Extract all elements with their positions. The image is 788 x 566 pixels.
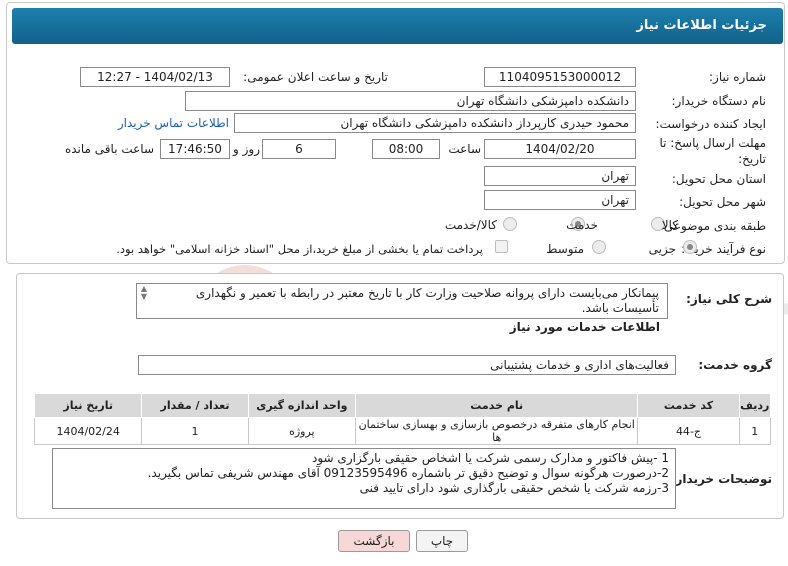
remaining-label: ساعت باقی مانده [64,142,154,156]
buyer-notes-label: توضیحات خریدار: [670,472,772,486]
deadline-time-field: 08:00 [372,139,440,159]
services-table: ردیف کد خدمت نام خدمت واحد اندازه گیری ت… [33,393,772,445]
col-need-date: تاریخ نیاز [33,393,143,418]
province-field: تهران [484,166,636,186]
buyer-note-line: 3-رزمه شرکت یا شخص حقیقی بارگذاری شود دا… [359,481,669,495]
treasury-checkbox[interactable] [495,240,508,253]
cell-need-date: 1404/02/24 [33,417,143,445]
radio-minor[interactable] [683,240,697,254]
province-label: استان محل تحویل: [671,172,766,186]
page-title: جزئیات اطلاعات نیاز [12,8,783,44]
col-service-code: کد خدمت [637,393,740,418]
buyer-note-line: 1 -پیش فاکتور و مدارک رسمی شرکت یا اشخاص… [312,451,669,465]
buyer-org-label: نام دستگاه خریدار: [671,94,767,108]
scroll-arrows-icon[interactable]: ▲ ▼ [138,285,150,301]
radio-minor-label: جزیی [648,242,676,256]
col-quantity: تعداد / مقدار [141,393,249,418]
radio-goods-label: کالا [661,218,678,232]
buyer-contact-link[interactable]: اطلاعات تماس خریدار [118,116,229,130]
deadline-date-field: 1404/02/20 [484,139,636,159]
services-section-title: اطلاعات خدمات مورد نیاز [509,320,660,334]
col-row-number: ردیف [738,393,772,418]
city-label: شهر محل تحویل: [679,195,766,209]
print-button[interactable]: چاپ [416,530,468,552]
radio-service-label: خدمت [566,218,598,232]
buyer-note-line: 2-درصورت هرگونه سوال و توضیح دقیق تر باش… [147,466,669,480]
radio-medium[interactable] [592,240,606,254]
cell-unit: پروژه [247,417,357,445]
radio-medium-label: متوسط [546,242,584,256]
deadline-label: مهلت ارسال پاسخ: تا تاریخ: [659,136,766,166]
cell-service-code: ج-44 [637,417,740,445]
summary-textarea[interactable]: پیمانکار می‌بایست دارای پروانه صلاحیت وز… [136,283,668,319]
service-group-field: فعالیت‌های اداری و خدمات پشتیبانی [138,355,676,375]
buyer-notes-box: 1 -پیش فاکتور و مدارک رسمی شرکت یا اشخاص… [52,448,676,509]
need-number-field: 1104095153000012 [484,67,636,87]
days-remaining-field: 6 [262,139,336,159]
col-service-name: نام خدمت [355,393,639,418]
announce-date-field: 1404/02/13 - 12:27 [80,67,230,87]
creator-field: محمود حیدری کارپرداز دانشکده دامپزشکی دا… [234,113,636,133]
remaining-time-field: 17:46:50 [160,139,230,159]
table-row: 1 ج-44 انجام کارهای متفرقه درخصوص بازساز… [33,417,772,445]
deadline-time-label: ساعت [448,142,481,156]
need-number-label: شماره نیاز: [709,70,766,84]
summary-text: پیمانکار می‌بایست دارای پروانه صلاحیت وز… [195,286,659,315]
cell-quantity: 1 [141,417,249,445]
cell-row-number: 1 [738,417,772,445]
creator-label: ایجاد کننده درخواست: [655,117,766,131]
buyer-org-field: دانشکده دامپزشکی دانشگاه تهران [185,91,636,111]
payment-note: پرداخت تمام یا بخشی از مبلغ خرید،از محل … [116,242,483,256]
announce-label: تاریخ و ساعت اعلان عمومی: [243,70,388,84]
summary-label: شرح کلی نیاز: [686,292,772,306]
service-group-label: گروه خدمت: [698,358,772,372]
days-label: روز و [233,142,260,156]
col-unit: واحد اندازه گیری [247,393,357,418]
table-header-row: ردیف کد خدمت نام خدمت واحد اندازه گیری ت… [33,393,772,418]
city-field: تهران [484,190,636,210]
radio-goods-service-label: کالا/خدمت [444,218,497,232]
radio-goods-service[interactable] [503,217,517,231]
cell-service-name: انجام کارهای متفرقه درخصوص بازسازی و بهس… [355,417,639,445]
back-button[interactable]: بازگشت [338,530,410,552]
